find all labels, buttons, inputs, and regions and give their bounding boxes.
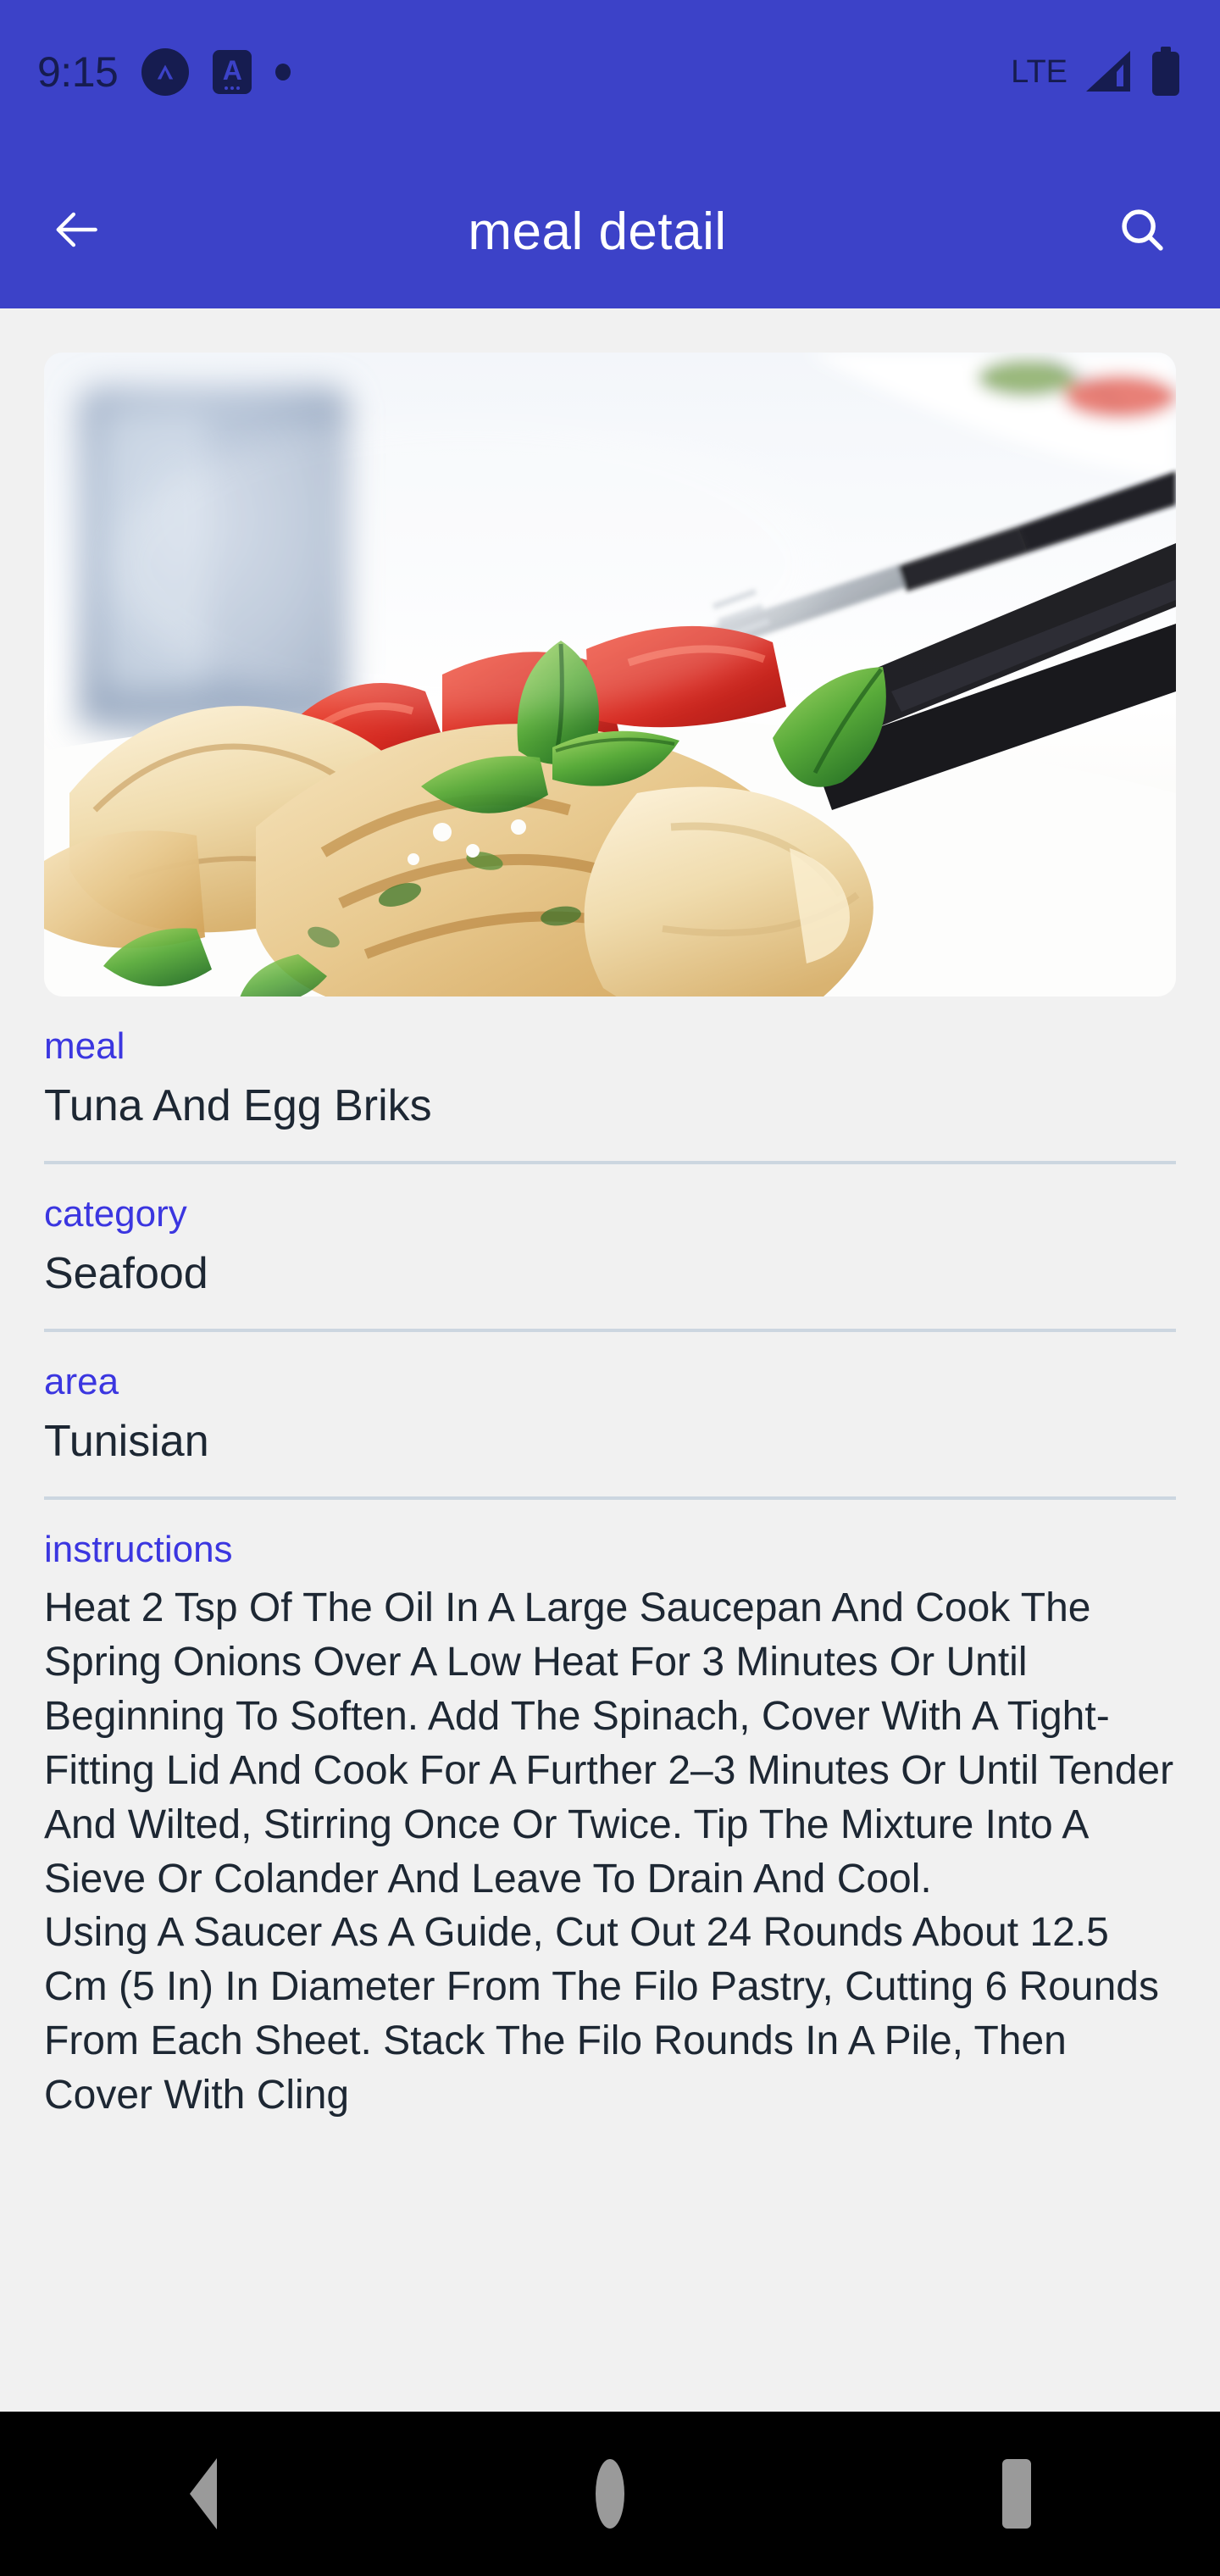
meal-detail-content[interactable]: meal Tuna And Egg Briks category Seafood… [0,308,1220,2412]
nav-back-button[interactable] [136,2426,271,2562]
dot-icon [275,64,291,80]
field-meal: meal Tuna And Egg Briks [0,997,1220,1132]
circle-home-icon [596,2459,624,2529]
status-bar-right: LTE [1011,41,1183,103]
field-area-value: Tunisian [44,1416,209,1466]
field-instructions-text: Heat 2 Tsp Of The Oil In A Large Saucepa… [44,1585,1174,2118]
app-a-icon: A [213,50,252,94]
network-label: LTE [1011,54,1068,90]
field-category: category Seafood [0,1164,1220,1300]
field-category-value: Seafood [44,1248,208,1298]
field-area: area Tunisian [0,1332,1220,1468]
status-bar-left: 9:15 A [37,41,291,103]
nav-recents-button[interactable] [949,2426,1084,2562]
field-category-label: category [44,1192,187,1235]
status-bar: 9:15 A LTE [0,0,1220,154]
field-area-label: area [44,1360,119,1402]
status-time: 9:15 [37,48,119,96]
search-icon [1116,203,1168,260]
app-bar: meal detail [0,154,1220,308]
signal-bars-icon [1083,49,1134,95]
triangle-back-icon [190,2458,217,2529]
system-nav-bar [0,2412,1220,2576]
field-instructions-label: instructions [44,1528,233,1570]
field-meal-label: meal [44,1025,125,1067]
search-button[interactable] [1101,191,1183,272]
page-title: meal detail [468,202,727,261]
field-meal-value: Tuna And Egg Briks [44,1080,432,1130]
nav-home-button[interactable] [542,2426,678,2562]
meal-hero-image [44,353,1176,997]
field-instructions: instructions Heat 2 Tsp Of The Oil In A … [0,1500,1220,2123]
phone-screen: 9:15 A LTE meal detail meal Tuna And Egg… [0,0,1220,2576]
meal-photo [44,353,1176,997]
square-recents-icon [1002,2459,1031,2529]
battery-full-icon [1149,47,1183,97]
circle-caret-icon [141,48,190,96]
